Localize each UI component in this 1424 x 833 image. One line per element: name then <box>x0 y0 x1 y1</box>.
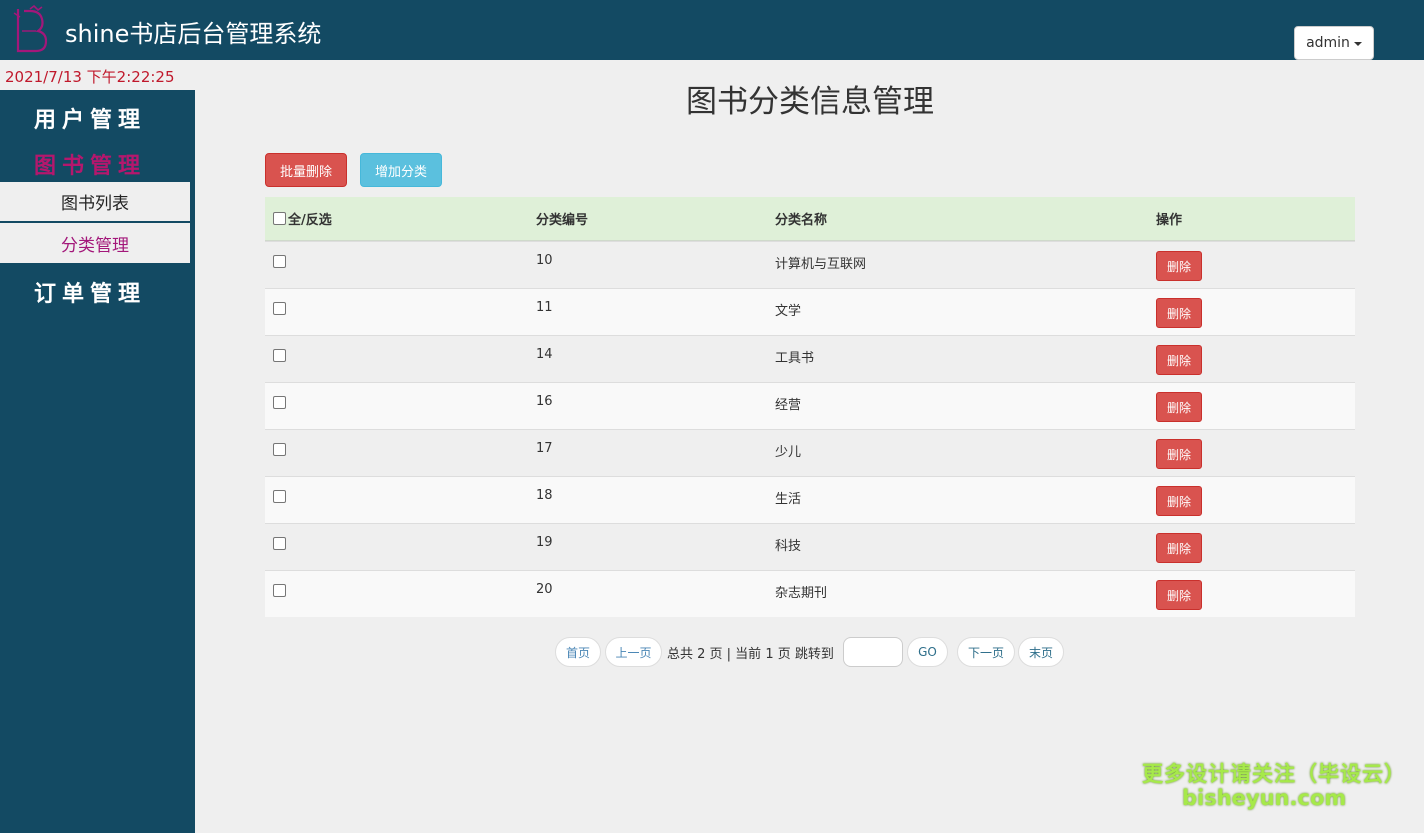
table-header: 全/反选 分类编号 分类名称 操作 <box>265 197 1355 241</box>
user-menu-label: admin <box>1306 35 1350 51</box>
sidebar-item-book-list[interactable]: 图书列表 <box>0 182 190 222</box>
row-checkbox[interactable] <box>273 443 286 456</box>
table-row: 17 少儿 删除 <box>265 429 1355 476</box>
table-row: 20 杂志期刊 删除 <box>265 570 1355 617</box>
category-id: 11 <box>536 300 553 315</box>
category-id: 10 <box>536 253 553 268</box>
table-row: 11 文学 删除 <box>265 288 1355 335</box>
sidebar-group-users[interactable]: 用户管理 <box>0 102 180 134</box>
add-category-button[interactable]: 增加分类 <box>360 153 442 187</box>
pager-next-button[interactable]: 下一页 <box>957 637 1015 667</box>
row-checkbox[interactable] <box>273 584 286 597</box>
app-title: shine书店后台管理系统 <box>65 20 322 48</box>
pager-prev-button[interactable]: 上一页 <box>605 637 662 667</box>
category-id: 18 <box>536 488 553 503</box>
sidebar-item-category-manage[interactable]: 分类管理 <box>0 223 190 263</box>
delete-button[interactable]: 删除 <box>1156 533 1202 563</box>
delete-button[interactable]: 删除 <box>1156 251 1202 281</box>
sidebar-group-books[interactable]: 图书管理 <box>0 148 180 180</box>
watermark-line2: bisheyun.com <box>1182 786 1347 810</box>
bookstore-logo-icon <box>13 5 48 53</box>
batch-delete-button[interactable]: 批量删除 <box>265 153 347 187</box>
delete-button[interactable]: 删除 <box>1156 439 1202 469</box>
select-all-label: 全/反选 <box>288 213 332 228</box>
category-id: 14 <box>536 347 553 362</box>
category-name: 工具书 <box>775 351 815 366</box>
category-name: 少儿 <box>775 445 802 460</box>
delete-button[interactable]: 删除 <box>1156 392 1202 422</box>
select-all-header: 全/反选 <box>273 209 332 228</box>
category-name: 生活 <box>775 492 802 507</box>
category-name: 计算机与互联网 <box>775 257 867 272</box>
sidebar-group-orders[interactable]: 订单管理 <box>0 276 180 308</box>
row-checkbox[interactable] <box>273 490 286 503</box>
table-row: 10 计算机与互联网 删除 <box>265 241 1355 288</box>
column-header-id: 分类编号 <box>536 213 589 228</box>
table-row: 16 经营 删除 <box>265 382 1355 429</box>
category-id: 20 <box>536 582 553 597</box>
delete-button[interactable]: 删除 <box>1156 298 1202 328</box>
user-menu-button[interactable]: admin <box>1294 26 1374 60</box>
row-checkbox[interactable] <box>273 349 286 362</box>
category-id: 17 <box>536 441 553 456</box>
pager-info: 总共 2 页 | 当前 1 页 跳转到 <box>667 647 834 662</box>
table-row: 19 科技 删除 <box>265 523 1355 570</box>
row-checkbox[interactable] <box>273 396 286 409</box>
category-id: 16 <box>536 394 553 409</box>
row-checkbox[interactable] <box>273 537 286 550</box>
table-row: 18 生活 删除 <box>265 476 1355 523</box>
category-table: 全/反选 分类编号 分类名称 操作 10 计算机与互联网 删除 11 文学 删除 14 工具书… <box>265 197 1355 617</box>
row-checkbox[interactable] <box>273 255 286 268</box>
category-name: 科技 <box>775 539 802 554</box>
column-header-action: 操作 <box>1156 213 1183 228</box>
row-checkbox[interactable] <box>273 302 286 315</box>
page-jump-input[interactable] <box>843 637 903 667</box>
category-name: 文学 <box>775 304 802 319</box>
select-all-checkbox[interactable] <box>273 212 286 225</box>
delete-button[interactable]: 删除 <box>1156 486 1202 516</box>
pager-go-button[interactable]: GO <box>907 637 948 667</box>
pager-first-button[interactable]: 首页 <box>555 637 601 667</box>
delete-button[interactable]: 删除 <box>1156 580 1202 610</box>
category-name: 经营 <box>775 398 802 413</box>
watermark-line1: 更多设计请关注（毕设云） <box>1142 762 1406 786</box>
column-header-name: 分类名称 <box>775 213 828 228</box>
sidebar: 用户管理 图书管理 图书列表 分类管理 订单管理 <box>0 90 195 833</box>
page-title: 图书分类信息管理 <box>686 84 934 120</box>
delete-button[interactable]: 删除 <box>1156 345 1202 375</box>
table-body: 10 计算机与互联网 删除 11 文学 删除 14 工具书 删除 16 经营 删除 17 少儿 删除 18 生活… <box>265 241 1355 617</box>
caret-down-icon <box>1353 42 1362 46</box>
top-header: shine书店后台管理系统 admin <box>0 0 1424 60</box>
table-row: 14 工具书 删除 <box>265 335 1355 382</box>
category-id: 19 <box>536 535 553 550</box>
category-name: 杂志期刊 <box>775 586 828 601</box>
current-datetime: 2021/7/13 下午2:22:25 <box>5 68 175 86</box>
pager-last-button[interactable]: 末页 <box>1018 637 1064 667</box>
